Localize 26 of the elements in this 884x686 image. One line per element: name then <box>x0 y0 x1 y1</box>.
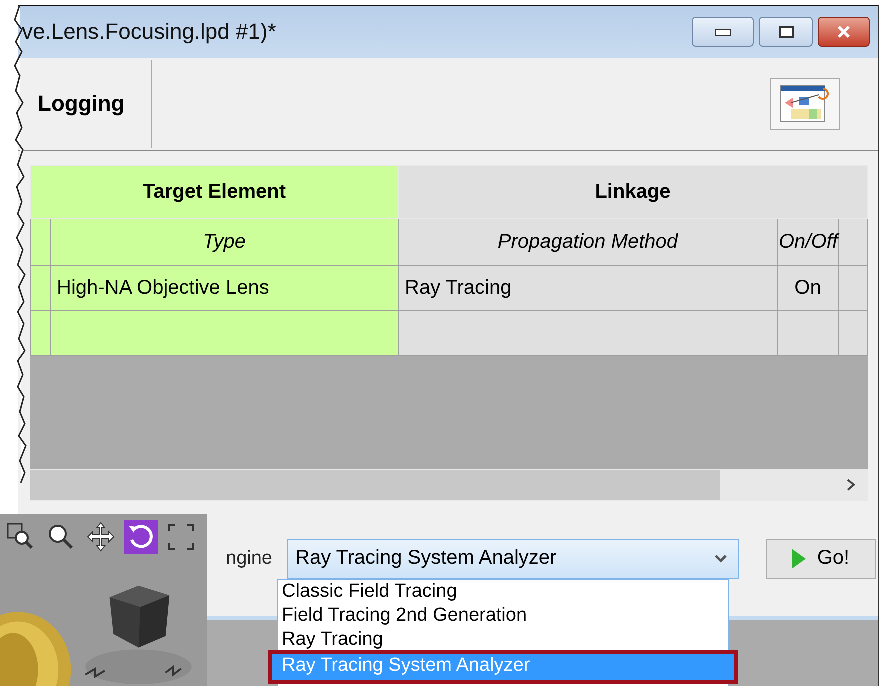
column-header[interactable]: Type <box>50 218 398 266</box>
dropdown-option[interactable]: Ray Tracing <box>278 628 728 652</box>
window-title: ve.Lens.Focusing.lpd #1)* <box>22 19 276 45</box>
table-cell: On <box>778 266 838 310</box>
go-button[interactable]: Go! <box>766 538 876 578</box>
play-icon <box>791 548 808 570</box>
column-header[interactable]: On/Off <box>778 218 838 266</box>
engine-dropdown[interactable]: Ray Tracing System Analyzer <box>286 538 738 578</box>
dropdown-option[interactable]: Classic Field Tracing <box>278 580 728 604</box>
maximize-button[interactable] <box>759 17 813 47</box>
layout-icon[interactable] <box>770 78 840 130</box>
engine-label: ngine <box>226 548 272 570</box>
group-header: Target Element <box>30 166 398 218</box>
dropdown-option[interactable]: Field Tracing 2nd Generation <box>278 604 728 628</box>
rotate-icon[interactable] <box>124 520 158 554</box>
minimize-button[interactable] <box>692 17 754 47</box>
table-cell: Ray Tracing <box>398 266 778 310</box>
chevron-down-icon <box>714 554 728 564</box>
close-button[interactable] <box>818 17 870 47</box>
group-header: Linkage <box>398 166 868 218</box>
horizontal-scrollbar[interactable] <box>30 468 868 501</box>
close-icon <box>836 25 852 39</box>
column-header[interactable]: Propagation Method <box>398 218 778 266</box>
table-cell: High-NA Objective Lens <box>50 266 398 310</box>
section-label: Logging <box>37 91 126 117</box>
scroll-right-icon[interactable] <box>846 479 856 491</box>
